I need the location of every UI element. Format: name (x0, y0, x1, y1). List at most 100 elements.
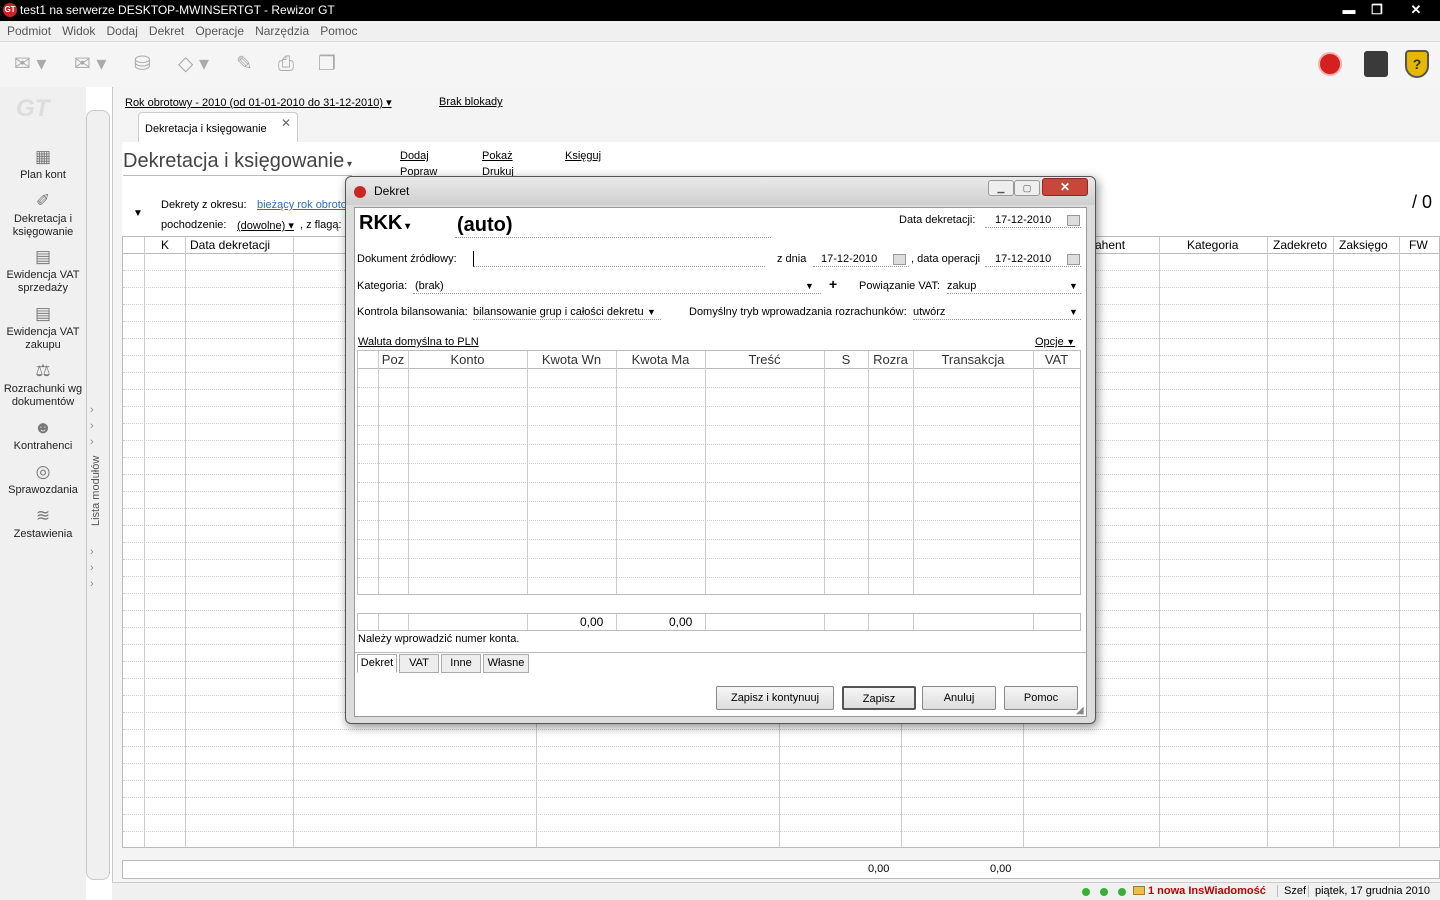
post-icon[interactable]: ✎ (236, 50, 280, 80)
resize-grip-icon[interactable]: ◢ (1076, 705, 1084, 716)
sidebar-item-vat-sprzedazy[interactable]: ▤ Ewidencja VAT sprzedaży (0, 247, 86, 295)
chevron-right-icon[interactable]: › (90, 404, 94, 416)
sidebar-item-vat-zakupu[interactable]: ▤ Ewidencja VAT zakupu (0, 304, 86, 352)
alert-icon[interactable] (1318, 52, 1342, 76)
source-doc-input[interactable] (473, 251, 765, 267)
dialog-maximize-button[interactable]: ▢ (1014, 180, 1040, 196)
settle-dropdown[interactable]: utwórz ▼ (913, 304, 1081, 320)
tab-wlasne[interactable]: Własne (483, 654, 529, 673)
column-header-kwota-wn[interactable]: Kwota Wn (527, 351, 616, 368)
calendar-icon[interactable] (1067, 254, 1080, 265)
help-button[interactable]: Pomoc (1004, 686, 1078, 710)
menu-podmiot[interactable]: Podmiot (3, 21, 55, 42)
options-menu[interactable]: Opcje ▼ (1035, 334, 1075, 350)
sidebar-item-sprawozdania[interactable]: ◎ Sprawozdania (0, 462, 86, 497)
minimize-button[interactable]: ▬ (1334, 0, 1364, 20)
print-icon[interactable]: ⎙ (278, 50, 322, 80)
menu-operacje[interactable]: Operacje (191, 21, 248, 42)
origin-dropdown[interactable]: (dowolne) ▾ (237, 219, 294, 232)
window-title: test1 na serwerze DESKTOP-MWINSERTGT - R… (20, 3, 335, 17)
close-tab-icon[interactable]: ✕ (281, 116, 291, 130)
grid-row-line (358, 501, 1080, 502)
period-link[interactable]: bieżący rok obroto (257, 199, 347, 211)
close-window-button[interactable]: ✕ (1398, 0, 1434, 20)
tab-inne[interactable]: Inne (441, 654, 481, 673)
maximize-button[interactable]: ❐ (1362, 0, 1392, 20)
sidebar-item-dekretacja[interactable]: ✐ Dekretacja i księgowanie (0, 191, 86, 239)
save-button[interactable]: Zapisz (842, 686, 916, 710)
currency-note-link[interactable]: Waluta domyślna to PLN (358, 334, 479, 350)
tab-dekretacja[interactable]: Dekretacja i księgowanie ✕ (138, 112, 298, 142)
column-header-s[interactable]: S (824, 351, 868, 368)
tab-dekret[interactable]: Dekret (357, 654, 397, 673)
posting-icon: ✐ (35, 191, 51, 210)
help-shield-icon[interactable]: ? (1405, 50, 1429, 78)
add-category-button[interactable]: + (829, 276, 837, 292)
column-header-kwota-ma[interactable]: Kwota Ma (616, 351, 705, 368)
new-document-icon[interactable]: ✉ ▾ (14, 50, 58, 80)
contractor-icon: ☻ (34, 418, 52, 437)
collapse-filters-icon[interactable]: ▼ (133, 208, 143, 219)
menu-dekret[interactable]: Dekret (145, 21, 188, 42)
import-icon[interactable]: ⛁ (134, 50, 178, 80)
vat-link-dropdown[interactable]: zakup ▼ (947, 278, 1081, 294)
module-list-label[interactable]: Lista modułów (90, 456, 102, 526)
grid-row-line (358, 463, 1080, 464)
posting-lines-grid[interactable]: Poz Konto Kwota Wn Kwota Ma Treść S Rozr… (357, 350, 1081, 595)
column-header-kontrahent[interactable]: ahent (1095, 237, 1125, 253)
column-header-kategoria[interactable]: Kategoria (1187, 237, 1238, 253)
dialog-close-button[interactable]: ✕ (1042, 178, 1088, 196)
eraser-icon[interactable]: ◇ ▾ (178, 50, 222, 80)
current-user: Szef (1277, 885, 1306, 897)
menu-pomoc[interactable]: Pomoc (316, 21, 361, 42)
page-title: Dekretacja i księgowanie ▾ (123, 150, 353, 176)
tab-vat[interactable]: VAT (399, 654, 439, 673)
sidebar-item-kontrahenci[interactable]: ☻ Kontrahenci (0, 418, 86, 453)
open-document-icon[interactable]: ✉ ▾ (74, 50, 118, 80)
dialog-minimize-button[interactable]: ▁ (988, 180, 1014, 196)
menu-dodaj[interactable]: Dodaj (103, 21, 142, 42)
column-header-poz[interactable]: Poz (378, 351, 408, 368)
summaries-icon: ≋ (35, 506, 51, 525)
copy-icon[interactable]: ❐ (318, 50, 362, 80)
calendar-icon[interactable] (1067, 215, 1080, 226)
column-header-tresc[interactable]: Treść (705, 351, 824, 368)
balance-dropdown[interactable]: bilansowanie grup i całości dekretu ▼ (473, 304, 661, 320)
sidebar-item-plan-kont[interactable]: ▦ Plan kont (0, 147, 86, 182)
column-header-zaksiegowany[interactable]: Zaksięgo (1339, 237, 1388, 253)
save-and-continue-button[interactable]: Zapisz i kontynuuj (716, 686, 834, 710)
chevron-right-icon[interactable]: › (90, 546, 94, 558)
lock-status-link[interactable]: Brak blokady (439, 96, 503, 108)
column-header-vat[interactable]: VAT (1033, 351, 1080, 368)
journal-selector[interactable]: RKK ▾ (359, 212, 410, 235)
chevron-right-icon[interactable]: › (90, 420, 94, 432)
cancel-button[interactable]: Anuluj (922, 686, 996, 710)
menu-widok[interactable]: Widok (58, 21, 99, 42)
add-link[interactable]: Dodaj (400, 150, 429, 162)
column-header-konto[interactable]: Konto (408, 351, 527, 368)
column-header-fw[interactable]: FW (1409, 237, 1428, 253)
column-header-k[interactable]: K (161, 237, 169, 253)
calendar-icon[interactable] (893, 254, 906, 265)
grid-totals-row: 0,00 0,00 (122, 860, 1440, 879)
new-messages-link[interactable]: 1 nowa InsWiadomość (1148, 885, 1266, 897)
balance-label: Kontrola bilansowania: (357, 306, 468, 318)
column-header-rozrachunek[interactable]: Rozra (868, 351, 913, 368)
column-header-transakcja[interactable]: Transakcja (913, 351, 1033, 368)
category-dropdown[interactable]: (brak) ▼ (413, 278, 821, 294)
chevron-right-icon[interactable]: › (90, 436, 94, 448)
chevron-right-icon[interactable]: › (90, 578, 94, 590)
origin-label: pochodzenie: (161, 219, 227, 231)
show-link[interactable]: Pokaż (482, 150, 513, 162)
post-link[interactable]: Księguj (565, 150, 601, 162)
document-number[interactable]: (auto) (455, 214, 771, 238)
column-header-data[interactable]: Data dekretacji (190, 237, 270, 253)
column-header-zadekretowany[interactable]: Zadekreto (1273, 237, 1327, 253)
package-icon[interactable] (1364, 51, 1388, 77)
chevron-right-icon[interactable]: › (90, 562, 94, 574)
fiscal-year-selector[interactable]: Rok obrotowy - 2010 (od 01-01-2010 do 31… (125, 96, 392, 109)
current-date: piątek, 17 grudnia 2010 (1308, 885, 1430, 897)
sidebar-item-rozrachunki[interactable]: ⚖ Rozrachunki wg dokumentów (0, 361, 86, 409)
sidebar-item-zestawienia[interactable]: ≋ Zestawienia (0, 506, 86, 541)
menu-narzedzia[interactable]: Narzędzia (251, 21, 313, 42)
